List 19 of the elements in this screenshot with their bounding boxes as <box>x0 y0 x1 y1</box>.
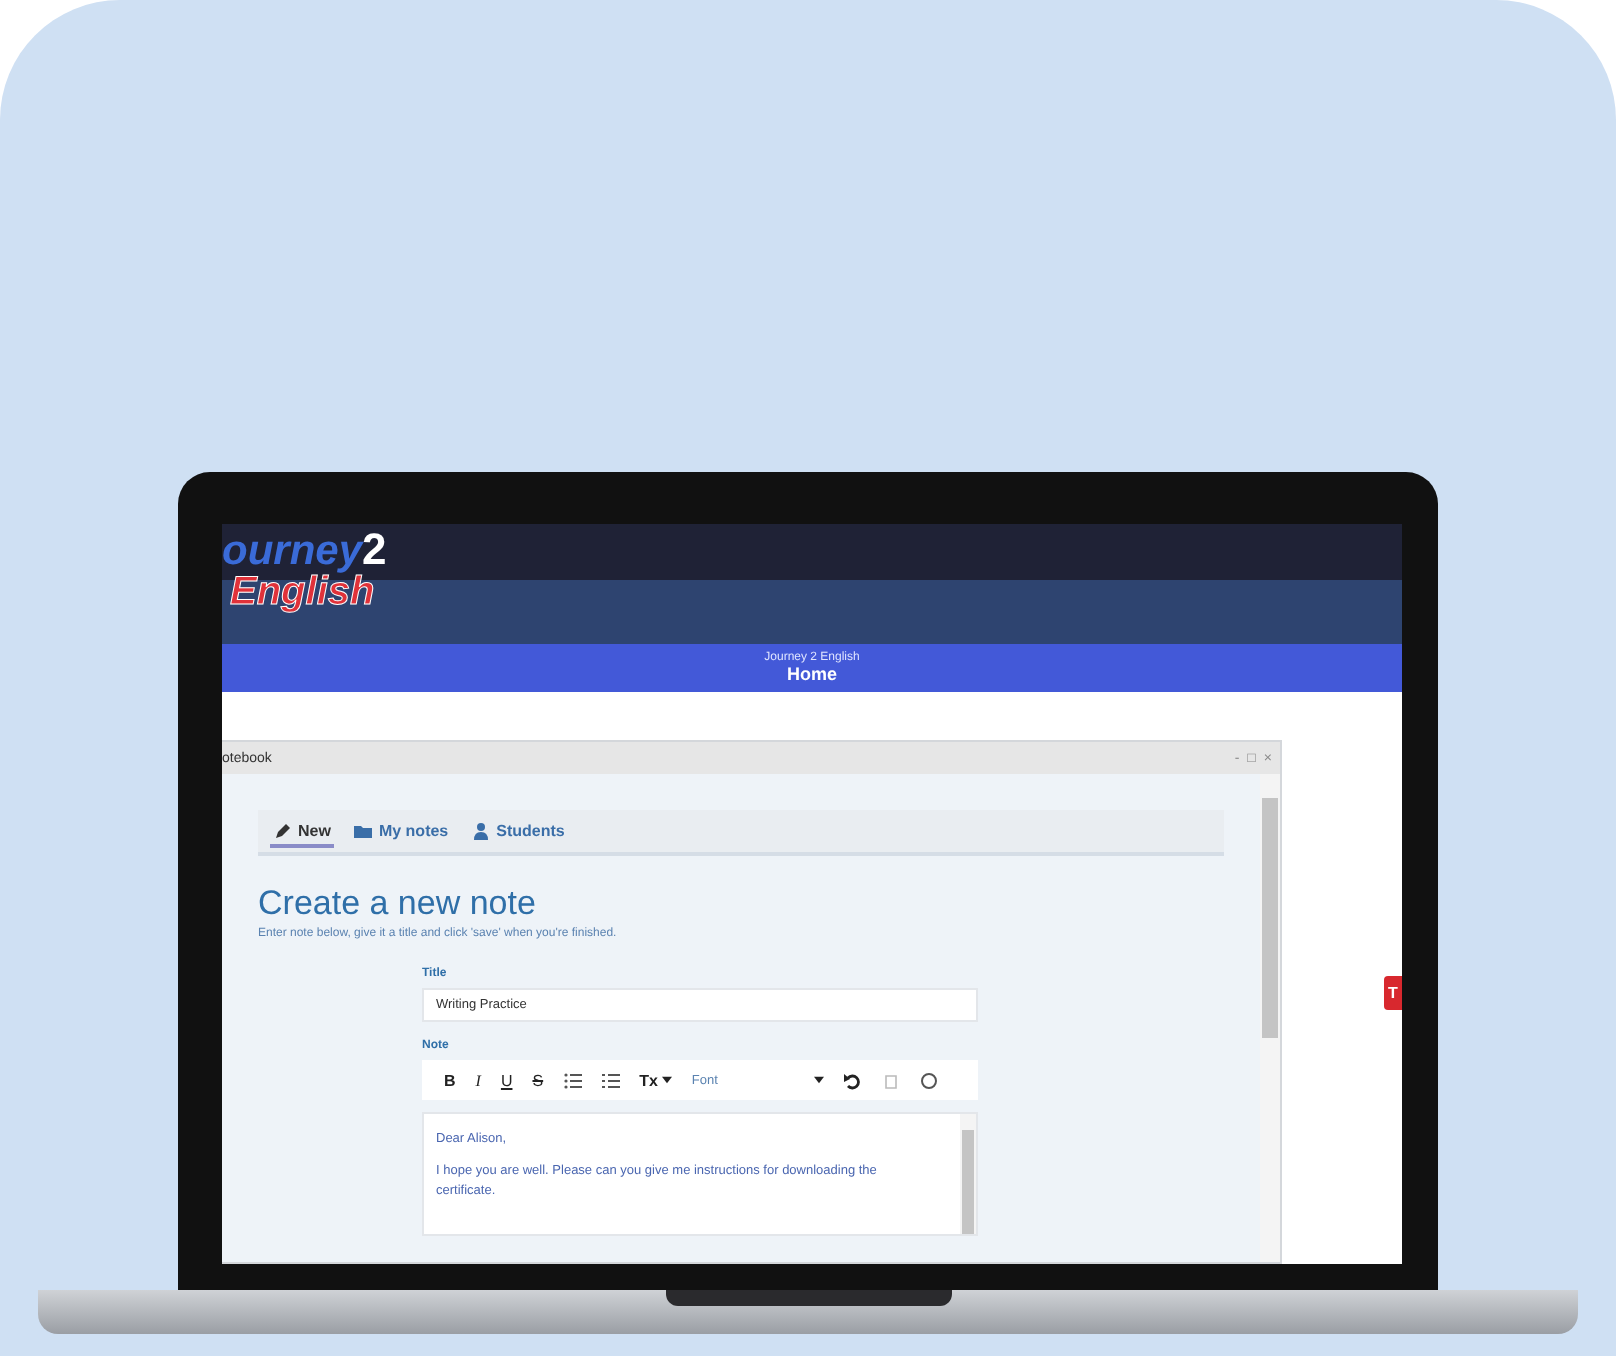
strikethrough-button[interactable]: S <box>526 1071 550 1089</box>
underline-button[interactable]: U <box>494 1071 519 1089</box>
scrollbar[interactable] <box>960 1114 976 1234</box>
caret-icon <box>661 1076 672 1084</box>
scrollbar[interactable] <box>1260 774 1280 1262</box>
logo: ourney2 English <box>222 528 387 612</box>
italic-button[interactable]: I <box>469 1071 487 1089</box>
tab[interactable]: My notes <box>350 820 453 848</box>
page-heading: Create a new note <box>258 884 538 924</box>
page-title: Home <box>786 664 837 684</box>
side-tab[interactable]: T <box>1384 976 1402 1010</box>
bold-button[interactable]: B <box>438 1071 462 1089</box>
tab[interactable]: Students <box>468 820 569 848</box>
caret-icon <box>813 1076 824 1084</box>
folder-icon <box>354 822 373 840</box>
clear-format-button[interactable]: Tx <box>633 1071 678 1089</box>
person-icon <box>472 822 491 840</box>
tab[interactable]: New <box>270 820 335 848</box>
pencil-icon <box>274 822 292 840</box>
